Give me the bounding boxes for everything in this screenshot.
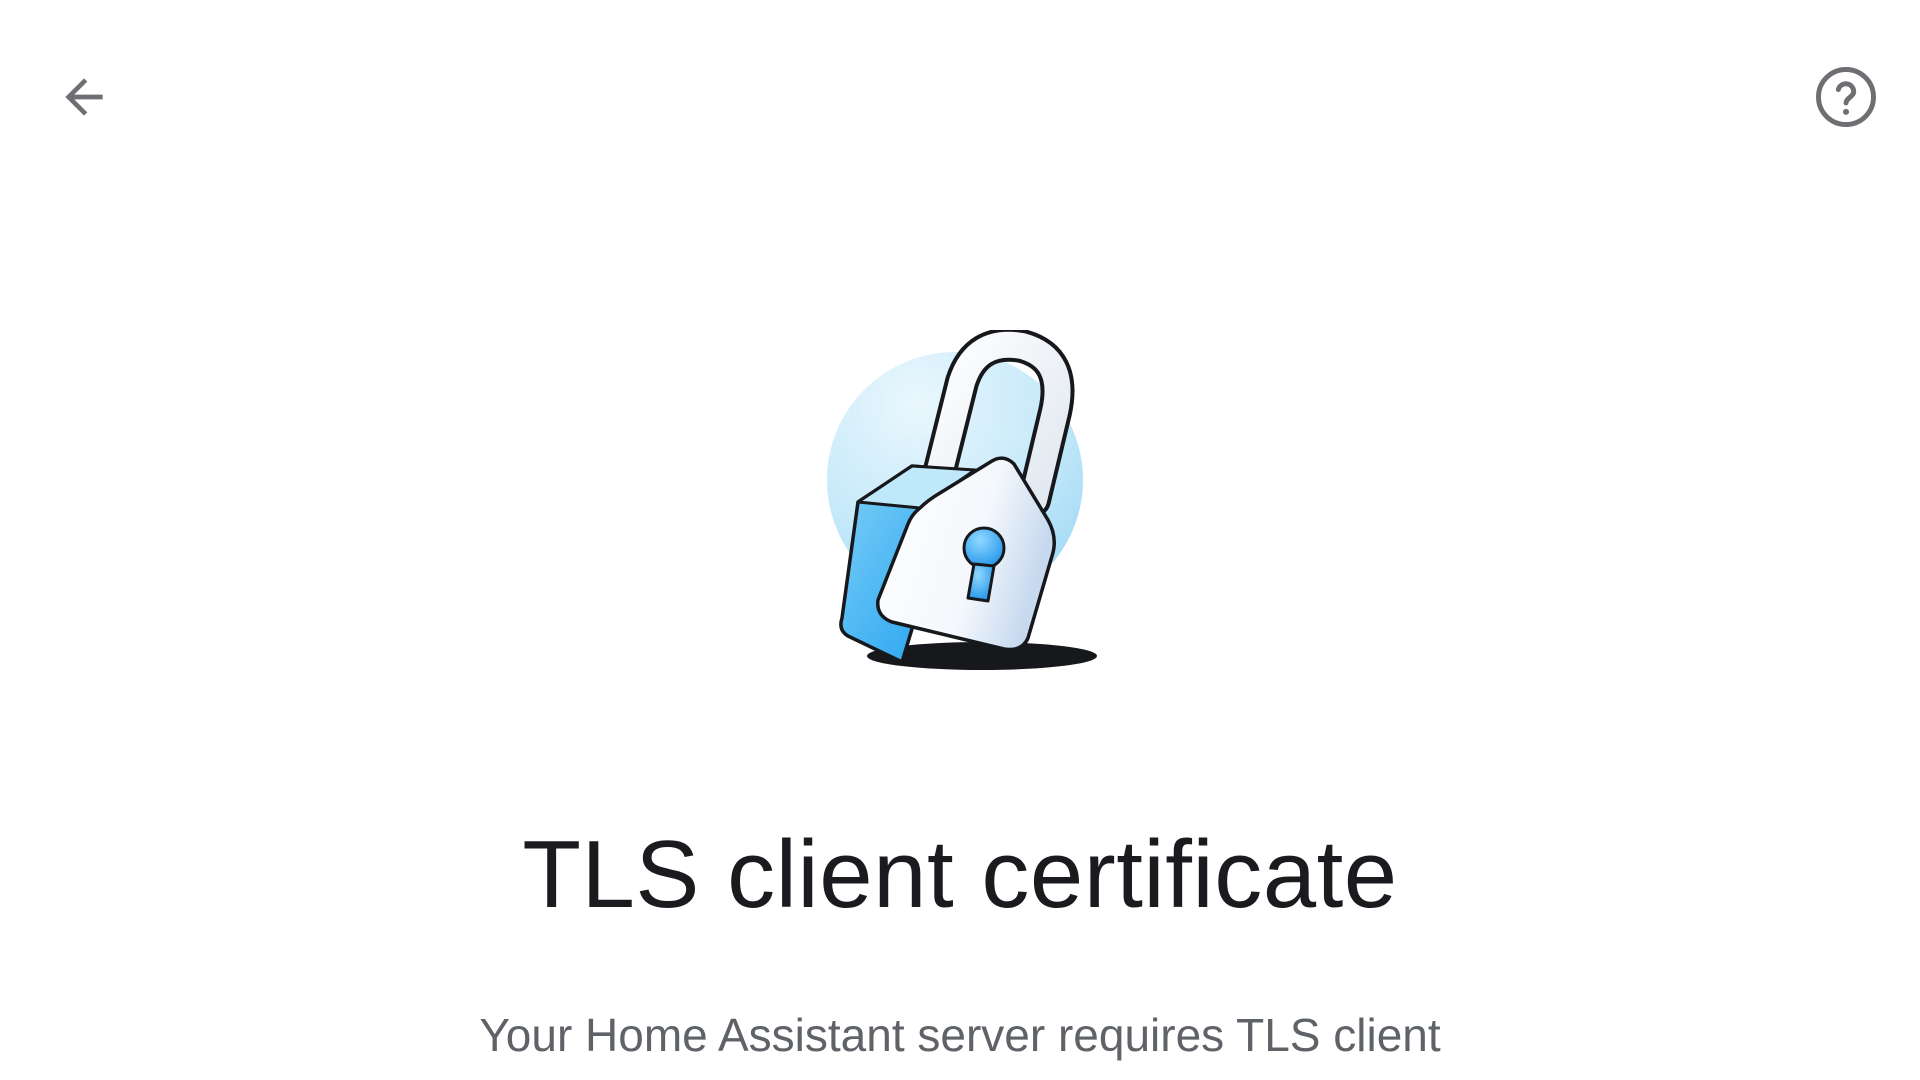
arrow-back-icon <box>65 78 103 116</box>
help-circle-icon <box>1816 67 1876 127</box>
description-text: Your Home Assistant server requires TLS … <box>479 1009 1441 1061</box>
help-button[interactable] <box>1802 53 1890 141</box>
padlock-illustration <box>827 330 1097 670</box>
tls-certificate-screen: TLS client certificate Your Home Assista… <box>0 0 1920 1080</box>
page-title: TLS client certificate <box>522 821 1398 928</box>
back-button[interactable] <box>40 53 128 141</box>
